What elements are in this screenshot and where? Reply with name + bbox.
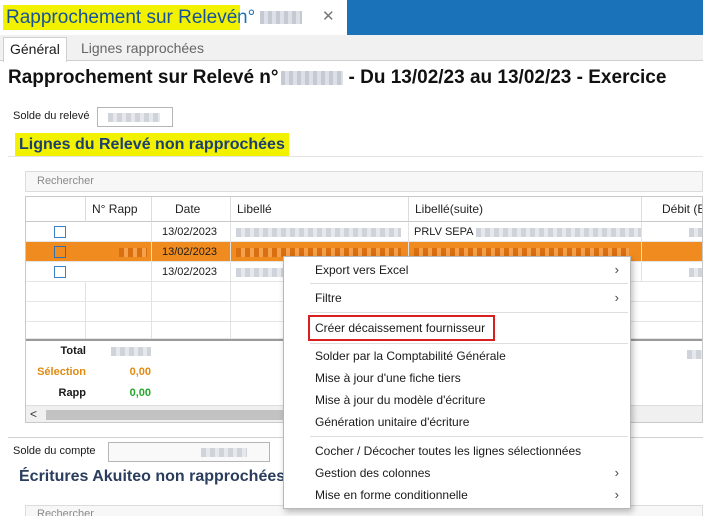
- section-title-ecritures: Écritures Akuiteo non rapprochées: [19, 468, 286, 485]
- menu-item-label: Gestion des colonnes: [315, 466, 431, 480]
- menu-item-label: Créer décaissement fournisseur: [315, 321, 486, 335]
- redacted-text: [475, 227, 641, 237]
- empty-cell: [26, 282, 86, 302]
- empty-cell: [152, 322, 231, 339]
- cell-debit: [642, 262, 702, 282]
- column-header-libelle-suite[interactable]: Libellé(suite): [409, 197, 642, 222]
- menu-item-mise-en-forme-conditionnelle[interactable]: Mise en forme conditionnelle ›: [284, 484, 630, 506]
- submenu-arrow-icon: ›: [614, 262, 619, 277]
- column-header-date[interactable]: Date: [152, 197, 231, 222]
- column-header-libelle[interactable]: Libellé: [231, 197, 409, 222]
- redacted-value: [689, 267, 702, 277]
- cell-date: 13/02/2023: [152, 222, 231, 242]
- scrollbar-thumb[interactable]: [46, 410, 308, 420]
- redacted-value: [689, 227, 702, 237]
- section-title-releve: Lignes du Relevé non rapprochées: [15, 133, 289, 156]
- menu-item-label: Mise à jour d'une fiche tiers: [315, 371, 461, 385]
- cell-num-rapp: [86, 262, 152, 282]
- column-header-debit[interactable]: Débit (E: [642, 197, 702, 222]
- menu-separator: [310, 312, 628, 313]
- column-header-num-rapp[interactable]: N° Rapp: [86, 197, 152, 222]
- menu-separator: [310, 436, 628, 437]
- cell-libelle: [231, 222, 409, 242]
- total-value: [86, 345, 151, 357]
- search-input[interactable]: Rechercher: [25, 171, 703, 192]
- menu-item-gestion-colonnes[interactable]: Gestion des colonnes ›: [284, 462, 630, 484]
- cell-date: 13/02/2023: [152, 242, 231, 262]
- row-checkbox[interactable]: [54, 246, 66, 258]
- solde-compte-field[interactable]: [108, 442, 270, 462]
- solde-releve-field[interactable]: [97, 107, 173, 127]
- page-title: Rapprochement sur Relevé n° - Du 13/02/23…: [8, 67, 666, 89]
- menu-item-cocher-decocher[interactable]: Cocher / Décocher toutes les lignes séle…: [284, 440, 630, 462]
- redacted-value: [119, 247, 147, 257]
- empty-cell: [152, 302, 231, 322]
- menu-item-label: Mise à jour du modèle d'écriture: [315, 393, 486, 407]
- redacted-value: [687, 350, 702, 360]
- menu-item-label: Filtre: [315, 291, 342, 305]
- document-tab-number-label: n°: [237, 7, 256, 28]
- menu-item-solder-compta-generale[interactable]: Solder par la Comptabilité Générale: [284, 345, 630, 367]
- menu-separator: [310, 283, 628, 284]
- empty-cell: [86, 322, 152, 339]
- section-divider: [8, 156, 703, 157]
- row-checkbox[interactable]: [54, 266, 66, 278]
- page-title-right: - Du 13/02/23 au 13/02/23 - Exercice: [348, 67, 667, 88]
- redacted-value: [111, 346, 151, 356]
- empty-cell: [152, 282, 231, 302]
- total-debit-value: [687, 347, 702, 361]
- solde-releve-label: Solde du relevé: [13, 110, 90, 122]
- total-label: Total: [60, 345, 86, 357]
- menu-item-label: Export vers Excel: [315, 263, 409, 277]
- cell-libelle-suite: PRLV SEPA: [409, 222, 642, 242]
- cell-num-rapp: [86, 222, 152, 242]
- menu-item-label: Solder par la Comptabilité Générale: [315, 349, 506, 363]
- column-header-check[interactable]: [26, 197, 86, 222]
- rapp-label: Rapp: [58, 387, 87, 399]
- redacted-value: [201, 448, 247, 457]
- menu-item-export-excel[interactable]: Export vers Excel ›: [284, 259, 630, 281]
- close-tab-icon[interactable]: ✕: [322, 8, 335, 26]
- menu-item-filtre[interactable]: Filtre ›: [284, 287, 630, 309]
- page-title-left: Rapprochement sur Relevé n°: [8, 67, 279, 88]
- cell-num-rapp: [86, 242, 152, 262]
- document-tab[interactable]: Rapprochement sur Relevé n° ✕: [0, 0, 347, 35]
- menu-item-maj-modele-ecriture[interactable]: Mise à jour du modèle d'écriture: [284, 389, 630, 411]
- menu-item-label: Cocher / Décocher toutes les lignes séle…: [315, 444, 582, 458]
- selection-value: 0,00: [129, 366, 151, 378]
- menu-item-creer-decaissement-fournisseur[interactable]: Créer décaissement fournisseur: [284, 317, 630, 339]
- submenu-arrow-icon: ›: [614, 290, 619, 305]
- empty-cell: [26, 302, 86, 322]
- selection-label: Sélection: [37, 366, 86, 378]
- empty-cell: [86, 302, 152, 322]
- empty-cell: [86, 282, 152, 302]
- document-tab-title: Rapprochement sur Relevé: [3, 5, 241, 30]
- empty-cell: [26, 322, 86, 339]
- sub-tabs: Général Lignes rapprochées: [0, 35, 703, 62]
- context-menu: Export vers Excel › Filtre › Créer décai…: [283, 256, 631, 509]
- table-row[interactable]: 13/02/2023 PRLV SEPA: [26, 222, 702, 242]
- row-checkbox[interactable]: [54, 226, 66, 238]
- menu-item-maj-fiche-tiers[interactable]: Mise à jour d'une fiche tiers: [284, 367, 630, 389]
- scroll-left-icon[interactable]: <: [30, 407, 37, 421]
- cell-debit: [642, 222, 702, 242]
- cell-date: 13/02/2023: [152, 262, 231, 282]
- redacted-text: [236, 227, 401, 237]
- menu-item-label: Mise en forme conditionnelle: [315, 488, 468, 502]
- redacted-statement-number: [280, 70, 343, 85]
- rapp-value: 0,00: [129, 387, 151, 399]
- tab-lignes-rapprochees[interactable]: Lignes rapprochées: [75, 37, 210, 61]
- menu-separator: [310, 343, 628, 344]
- menu-item-generation-unitaire-ecriture[interactable]: Génération unitaire d'écriture: [284, 411, 630, 433]
- redacted-number: [260, 11, 302, 24]
- menu-item-label: Génération unitaire d'écriture: [315, 415, 470, 429]
- libelle-suite-text: PRLV SEPA: [414, 226, 473, 238]
- submenu-arrow-icon: ›: [614, 487, 619, 502]
- document-tab-bar: Rapprochement sur Relevé n° ✕: [0, 0, 703, 35]
- solde-compte-label: Solde du compte: [13, 445, 96, 457]
- cell-debit: [642, 242, 702, 262]
- tab-general[interactable]: Général: [3, 37, 67, 62]
- redacted-value: [108, 113, 160, 122]
- submenu-arrow-icon: ›: [614, 465, 619, 480]
